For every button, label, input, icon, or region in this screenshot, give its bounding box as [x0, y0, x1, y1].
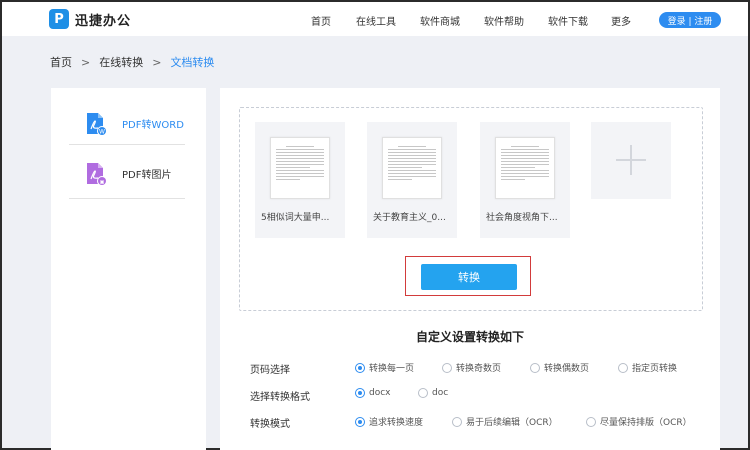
- radio-checked-icon: [355, 416, 365, 427]
- breadcrumb-online-convert[interactable]: 在线转换: [99, 54, 143, 70]
- radio-unchecked-icon: [418, 388, 428, 398]
- radio-label: 易于后续编辑（OCR）: [466, 418, 558, 428]
- document-thumbnail: [495, 137, 555, 199]
- top-navigation-bar: P 迅捷办公 首页 在线工具 软件商城 软件帮助 软件下载 更多 登录 | 注册: [2, 2, 748, 36]
- radio-label: 转换奇数页: [456, 364, 502, 374]
- option-label: 页码选择: [250, 365, 290, 376]
- convert-button[interactable]: 转换: [421, 264, 517, 290]
- radio-convert-every-page[interactable]: 转换每一页: [355, 361, 414, 374]
- radio-mode-speed[interactable]: 追求转换速度: [355, 415, 423, 428]
- file-name: 关于教育主义_0...: [373, 213, 446, 223]
- radio-unchecked-icon: [586, 416, 596, 427]
- sidebar-item-pdf-to-image[interactable]: ▣ PDF转图片: [71, 154, 186, 192]
- file-name: 5相似词大量申...: [261, 213, 330, 223]
- radio-format-docx[interactable]: docx: [355, 388, 391, 398]
- format-selection-row: 选择转换格式 docx doc: [250, 388, 710, 403]
- badge-text: ▣: [100, 180, 105, 186]
- file-card[interactable]: 社会角度视角下...: [480, 122, 570, 238]
- radio-mode-editable-ocr[interactable]: 易于后续编辑（OCR）: [452, 415, 558, 428]
- radio-unchecked-icon: [442, 362, 452, 373]
- nav-item-software-download[interactable]: 软件下载: [548, 13, 588, 28]
- radio-unchecked-icon: [530, 362, 540, 373]
- file-upload-area[interactable]: 5相似词大量申... 关于教育主义_0... 社会角度视角下... 转换: [239, 107, 703, 311]
- radio-convert-odd-pages[interactable]: 转换奇数页: [442, 361, 501, 374]
- breadcrumb: 首页 > 在线转换 > 文档转换: [50, 54, 214, 70]
- radio-label: 转换偶数页: [544, 364, 590, 374]
- settings-title: 自定义设置转换如下: [415, 330, 524, 344]
- nav-item-software-help[interactable]: 软件帮助: [484, 13, 524, 28]
- pdf-to-word-icon: W: [87, 113, 107, 136]
- document-thumbnail: [270, 137, 330, 199]
- conversion-mode-row: 转换模式 追求转换速度 易于后续编辑（OCR） 尽量保持排版（OCR）: [250, 415, 710, 430]
- breadcrumb-home[interactable]: 首页: [50, 54, 72, 70]
- radio-checked-icon: [355, 362, 365, 373]
- pdf-to-image-icon: ▣: [87, 163, 107, 186]
- divider: [69, 144, 185, 145]
- file-name: 社会角度视角下...: [486, 213, 558, 223]
- convert-button-highlight: 转换: [405, 256, 531, 296]
- login-register-button[interactable]: 登录 | 注册: [659, 12, 721, 28]
- option-label: 转换模式: [250, 419, 290, 430]
- conversion-panel: 5相似词大量申... 关于教育主义_0... 社会角度视角下... 转换 自定义…: [220, 88, 720, 450]
- nav-item-home[interactable]: 首页: [311, 13, 331, 28]
- nav-item-software-store[interactable]: 软件商城: [420, 13, 460, 28]
- badge-text: W: [99, 129, 105, 136]
- sidebar-item-label: PDF转WORD: [122, 120, 184, 131]
- document-thumbnail: [382, 137, 442, 199]
- radio-label: docx: [369, 388, 391, 398]
- nav-item-more[interactable]: 更多: [611, 13, 631, 28]
- radio-specific-pages[interactable]: 指定页转换: [618, 361, 677, 374]
- divider: [69, 198, 185, 199]
- radio-label: 指定页转换: [632, 364, 678, 374]
- radio-unchecked-icon: [618, 362, 628, 373]
- page-selection-row: 页码选择 转换每一页 转换奇数页 转换偶数页 指定页转换: [250, 361, 710, 376]
- radio-label: 追求转换速度: [369, 418, 424, 428]
- radio-label: 转换每一页: [369, 364, 415, 374]
- nav-item-online-tools[interactable]: 在线工具: [356, 13, 396, 28]
- sidebar-item-pdf-to-word[interactable]: W PDF转WORD: [71, 104, 186, 142]
- converter-sidebar: W PDF转WORD ▣ PDF转图片: [51, 88, 206, 450]
- add-file-button[interactable]: [591, 122, 671, 199]
- file-card[interactable]: 关于教育主义_0...: [367, 122, 457, 238]
- file-card[interactable]: 5相似词大量申...: [255, 122, 345, 238]
- radio-label: doc: [432, 388, 449, 398]
- radio-label: 尽量保持排版（OCR）: [600, 418, 692, 428]
- breadcrumb-current: 文档转换: [170, 56, 215, 69]
- main-nav: 首页 在线工具 软件商城 软件帮助 软件下载 更多: [2, 13, 748, 28]
- option-label: 选择转换格式: [250, 392, 310, 403]
- breadcrumb-separator: >: [81, 55, 91, 69]
- breadcrumb-separator: >: [152, 55, 162, 69]
- radio-mode-layout-ocr[interactable]: 尽量保持排版（OCR）: [586, 415, 692, 428]
- radio-format-doc[interactable]: doc: [418, 388, 448, 398]
- radio-convert-even-pages[interactable]: 转换偶数页: [530, 361, 589, 374]
- radio-unchecked-icon: [452, 416, 462, 427]
- sidebar-item-label: PDF转图片: [122, 170, 172, 181]
- plus-icon: [630, 145, 632, 175]
- radio-checked-icon: [355, 388, 365, 398]
